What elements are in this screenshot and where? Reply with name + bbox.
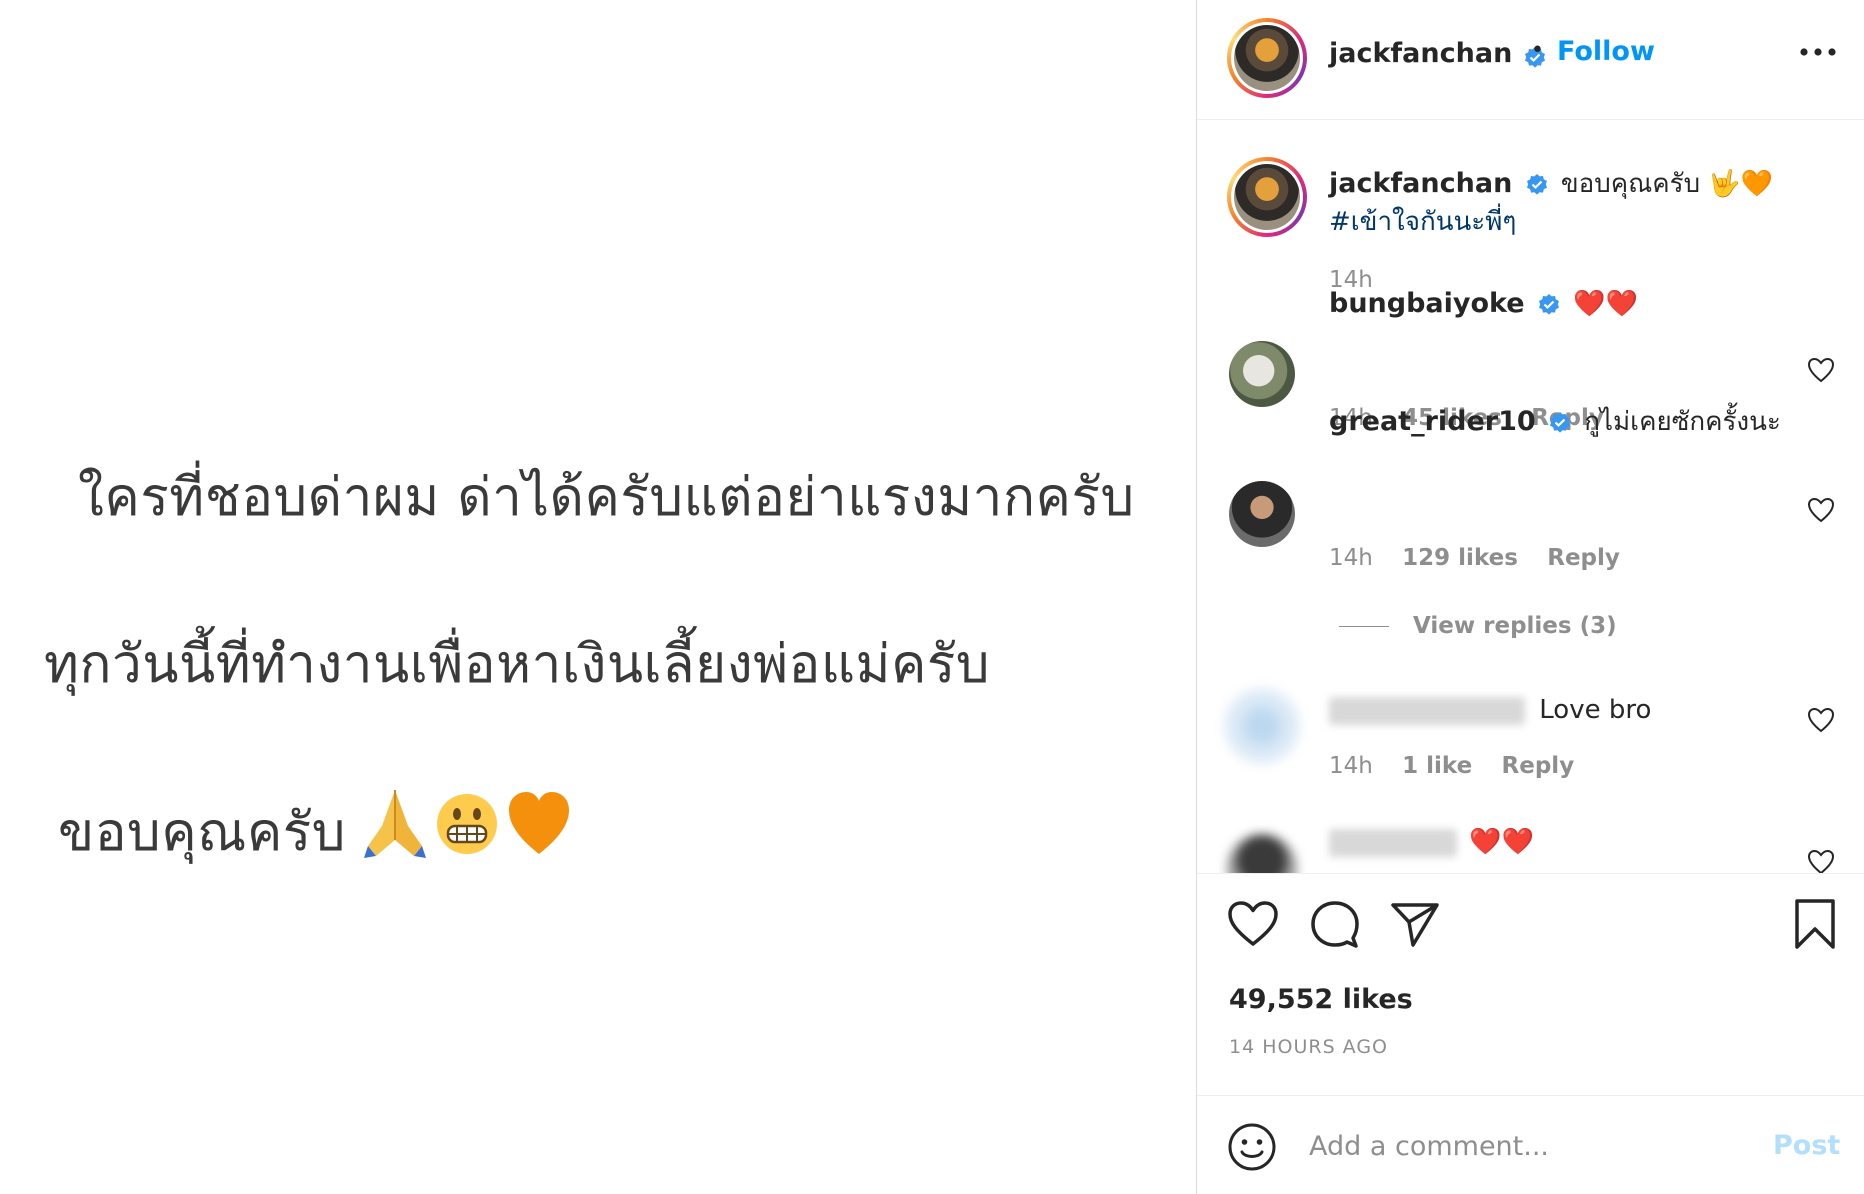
instagram-post-view: ใครที่ชอบด่าผม ด่าได้ครับแต่อย่าแรงมากคร… [0, 0, 1864, 1194]
comment-like-heart-icon[interactable] [1807, 357, 1835, 383]
header-author: jackfanchan [1329, 38, 1547, 70]
post-header: jackfanchan • Follow [1197, 0, 1864, 120]
folded-hands-icon [364, 790, 426, 858]
verified-badge-icon [1538, 293, 1559, 315]
grimacing-face-icon [437, 794, 497, 854]
media-text-line-2: ทุกวันนี้ที่ทำงานเพื่อหาเงินเลี้ยงพ่อแม่… [44, 634, 991, 695]
follow-button[interactable]: Follow [1557, 36, 1655, 67]
comment-body: Love bro [1329, 691, 1651, 729]
comment-username-blurred[interactable] [1329, 828, 1457, 857]
comment-like-heart-icon[interactable] [1807, 497, 1835, 523]
view-replies-button[interactable]: View replies (3) [1339, 613, 1617, 639]
comment-avatar[interactable] [1229, 481, 1295, 547]
comment-avatar[interactable] [1227, 833, 1297, 873]
like-heart-icon[interactable] [1227, 900, 1279, 948]
comment-avatar[interactable] [1225, 689, 1299, 763]
comment-username-blurred[interactable] [1329, 696, 1525, 725]
post-comment-button[interactable]: Post [1773, 1130, 1840, 1161]
caption-username[interactable]: jackfanchan [1329, 168, 1512, 199]
verified-badge-icon [1526, 173, 1547, 195]
caption-hashtag[interactable]: #เข้าใจกันนะพี่ๆ [1329, 207, 1516, 237]
comment-bubble-icon[interactable] [1309, 900, 1361, 948]
comment-time[interactable]: 14h [1329, 545, 1373, 571]
reply-button[interactable]: Reply [1502, 753, 1575, 779]
comment-meta: 14h 1 like Reply [1329, 753, 1596, 779]
likes-count[interactable]: 49,552 likes [1229, 984, 1413, 1015]
share-paper-plane-icon[interactable] [1389, 900, 1441, 948]
header-separator: • [1531, 38, 1544, 63]
comment-body: bungbaiyoke ❤️❤️ [1329, 285, 1638, 323]
caption-avatar[interactable] [1227, 157, 1307, 237]
comment-input[interactable] [1309, 1124, 1749, 1168]
more-horizontal-icon[interactable] [1795, 42, 1841, 62]
comment-text: Love bro [1539, 695, 1652, 725]
emoji-smiley-icon[interactable] [1227, 1122, 1277, 1172]
media-text-line-1: ใครที่ชอบด่าผม ด่าได้ครับแต่อย่าแรงมากคร… [78, 467, 1135, 528]
view-replies-line [1339, 626, 1389, 627]
verified-badge-icon [1549, 411, 1570, 433]
orange-heart-icon [509, 792, 569, 854]
comment-avatar[interactable] [1229, 341, 1295, 407]
comment-time[interactable]: 14h [1329, 753, 1373, 779]
comment-meta: 14h 129 likes Reply [1329, 545, 1642, 571]
comment-username[interactable]: great_rider10 [1329, 406, 1536, 437]
comment-text: กูไม่เคยซักครั้งนะ [1584, 407, 1781, 437]
reply-button[interactable]: Reply [1547, 545, 1620, 571]
caption-body: jackfanchan ขอบคุณครับ 🤟🧡 #เข้าใจกันนะพี… [1329, 165, 1829, 241]
caption-text: ขอบคุณครับ 🤟🧡 [1560, 169, 1774, 199]
save-bookmark-icon[interactable] [1793, 898, 1837, 950]
media-text-line-3: ขอบคุณครับ [58, 802, 346, 863]
author-avatar[interactable] [1227, 18, 1307, 98]
comment-body: ❤️❤️ [1329, 823, 1534, 861]
comment-text: ❤️❤️ [1469, 827, 1535, 857]
post-timestamp[interactable]: 14 HOURS AGO [1229, 1036, 1388, 1058]
comment-username[interactable]: bungbaiyoke [1329, 288, 1525, 319]
post-media: ใครที่ชอบด่าผม ด่าได้ครับแต่อย่าแรงมากคร… [0, 0, 1196, 1194]
comment-likes[interactable]: 129 likes [1402, 545, 1518, 571]
post-sidebar: jackfanchan • Follow jackfanchan ขอบคุณค… [1196, 0, 1864, 1194]
add-comment-bar: Post [1197, 1095, 1864, 1194]
comment-body: great_rider10 กูไม่เคยซักครั้งนะ [1329, 403, 1781, 441]
view-replies-label: View replies (3) [1413, 613, 1617, 639]
comment-likes[interactable]: 1 like [1402, 753, 1472, 779]
comment-text: ❤️❤️ [1573, 289, 1638, 319]
post-actions: 49,552 likes 14 HOURS AGO [1197, 873, 1864, 1095]
comment-like-heart-icon[interactable] [1807, 707, 1835, 733]
comment-like-heart-icon[interactable] [1807, 849, 1835, 873]
comments-list[interactable]: jackfanchan ขอบคุณครับ 🤟🧡 #เข้าใจกันนะพี… [1197, 121, 1864, 873]
header-username[interactable]: jackfanchan [1329, 38, 1512, 69]
